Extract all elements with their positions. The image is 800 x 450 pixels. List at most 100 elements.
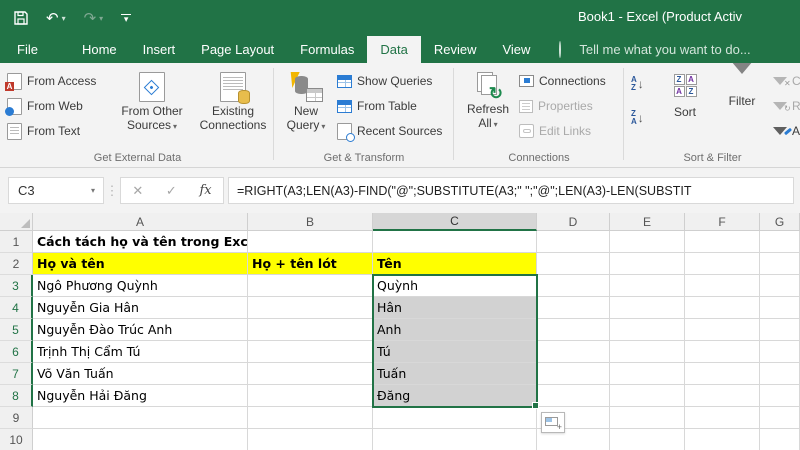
cell-B6[interactable] <box>248 341 373 363</box>
tab-file[interactable]: File <box>0 36 55 63</box>
cell-B2[interactable]: Họ + tên lót <box>248 253 373 275</box>
cell-F10[interactable] <box>685 429 760 450</box>
refresh-all-button[interactable]: ↻ Refresh All ▾ <box>461 69 515 132</box>
row-header-3[interactable]: 3 <box>0 275 33 297</box>
sort-descending-button[interactable]: ZA ↓ <box>631 106 644 130</box>
cell-C8[interactable]: Đăng <box>373 385 537 407</box>
filter-button[interactable]: Filter <box>717 63 767 108</box>
tab-view[interactable]: View <box>489 36 543 63</box>
cell-G7[interactable] <box>760 363 800 385</box>
cell-B7[interactable] <box>248 363 373 385</box>
select-all-button[interactable] <box>0 213 33 231</box>
cell-F5[interactable] <box>685 319 760 341</box>
from-table-button[interactable]: From Table <box>337 95 442 117</box>
insert-function-icon[interactable]: fx <box>199 183 211 198</box>
sort-button[interactable]: ZA AZ Sort <box>661 71 709 119</box>
tab-formulas[interactable]: Formulas <box>287 36 367 63</box>
connections-button[interactable]: Connections <box>519 70 606 92</box>
cell-D1[interactable] <box>537 231 610 253</box>
column-header-c[interactable]: C <box>373 213 537 231</box>
fill-handle[interactable] <box>532 402 539 409</box>
cell-E7[interactable] <box>610 363 685 385</box>
row-header-4[interactable]: 4 <box>0 297 33 319</box>
cell-B9[interactable] <box>248 407 373 429</box>
row-header-6[interactable]: 6 <box>0 341 33 363</box>
cell-G5[interactable] <box>760 319 800 341</box>
cell-G2[interactable] <box>760 253 800 275</box>
cell-A9[interactable] <box>33 407 248 429</box>
existing-connections-button[interactable]: Existing Connections <box>194 69 272 132</box>
tab-data[interactable]: Data <box>367 36 421 63</box>
cell-A8[interactable]: Nguyễn Hải Đăng <box>33 385 248 407</box>
cell-C4[interactable]: Hân <box>373 297 537 319</box>
cell-G9[interactable] <box>760 407 800 429</box>
column-header-a[interactable]: A <box>33 213 248 231</box>
cell-D8[interactable] <box>537 385 610 407</box>
tab-insert[interactable]: Insert <box>130 36 189 63</box>
cell-D2[interactable] <box>537 253 610 275</box>
row-header-1[interactable]: 1 <box>0 231 33 253</box>
cell-C3-active[interactable]: Quỳnh <box>373 275 537 297</box>
from-text-button[interactable]: From Text <box>7 120 96 142</box>
cell-E10[interactable] <box>610 429 685 450</box>
from-web-button[interactable]: From Web <box>5 95 96 117</box>
from-other-sources-button[interactable]: From Other Sources ▾ <box>116 69 188 134</box>
cell-A7[interactable]: Võ Văn Tuấn <box>33 363 248 385</box>
cell-F7[interactable] <box>685 363 760 385</box>
cell-G3[interactable] <box>760 275 800 297</box>
cell-D3[interactable] <box>537 275 610 297</box>
cell-A5[interactable]: Nguyễn Đào Trúc Anh <box>33 319 248 341</box>
cell-E5[interactable] <box>610 319 685 341</box>
cell-E3[interactable] <box>610 275 685 297</box>
cell-A10[interactable] <box>33 429 248 450</box>
cell-G4[interactable] <box>760 297 800 319</box>
row-header-10[interactable]: 10 <box>0 429 33 450</box>
cell-E9[interactable] <box>610 407 685 429</box>
cell-G10[interactable] <box>760 429 800 450</box>
cell-D6[interactable] <box>537 341 610 363</box>
save-icon[interactable] <box>14 11 28 25</box>
cell-C9[interactable] <box>373 407 537 429</box>
cell-F6[interactable] <box>685 341 760 363</box>
cell-D7[interactable] <box>537 363 610 385</box>
row-header-2[interactable]: 2 <box>0 253 33 275</box>
tell-me-box[interactable]: Tell me what you want to do... <box>559 36 751 63</box>
cell-F9[interactable] <box>685 407 760 429</box>
name-box-dropdown-icon[interactable]: ▾ <box>83 186 103 195</box>
cell-E2[interactable] <box>610 253 685 275</box>
cell-B1[interactable] <box>248 231 373 253</box>
show-queries-button[interactable]: Show Queries <box>337 70 442 92</box>
cell-A2[interactable]: Họ và tên <box>33 253 248 275</box>
cell-A1[interactable]: Cách tách họ và tên trong Excel <box>33 231 248 253</box>
cell-F1[interactable] <box>685 231 760 253</box>
column-header-e[interactable]: E <box>610 213 685 231</box>
column-header-f[interactable]: F <box>685 213 760 231</box>
tab-page-layout[interactable]: Page Layout <box>188 36 287 63</box>
sort-ascending-button[interactable]: AZ ↓ <box>631 72 644 96</box>
tab-home[interactable]: Home <box>69 36 130 63</box>
recent-sources-button[interactable]: Recent Sources <box>337 120 442 142</box>
cell-B4[interactable] <box>248 297 373 319</box>
cell-D4[interactable] <box>537 297 610 319</box>
cell-A6[interactable]: Trịnh Thị Cẩm Tú <box>33 341 248 363</box>
row-header-7[interactable]: 7 <box>0 363 33 385</box>
cell-C1[interactable] <box>373 231 537 253</box>
undo-button[interactable]: ↶ ▾ <box>46 9 66 27</box>
cell-B8[interactable] <box>248 385 373 407</box>
cell-G6[interactable] <box>760 341 800 363</box>
cell-A3[interactable]: Ngô Phương Quỳnh <box>33 275 248 297</box>
cell-E6[interactable] <box>610 341 685 363</box>
cell-E1[interactable] <box>610 231 685 253</box>
cell-B10[interactable] <box>248 429 373 450</box>
row-header-5[interactable]: 5 <box>0 319 33 341</box>
customize-qat-button[interactable]: ▾ <box>121 14 132 24</box>
advanced-filter-button[interactable]: Advanced <box>773 120 800 142</box>
from-access-button[interactable]: A From Access <box>5 70 96 92</box>
column-header-g[interactable]: G <box>760 213 800 231</box>
cell-C10[interactable] <box>373 429 537 450</box>
new-query-button[interactable]: New Query ▾ <box>280 69 332 134</box>
name-box[interactable]: C3 ▾ <box>8 177 104 204</box>
tab-review[interactable]: Review <box>421 36 490 63</box>
column-header-d[interactable]: D <box>537 213 610 231</box>
cell-C7[interactable]: Tuấn <box>373 363 537 385</box>
